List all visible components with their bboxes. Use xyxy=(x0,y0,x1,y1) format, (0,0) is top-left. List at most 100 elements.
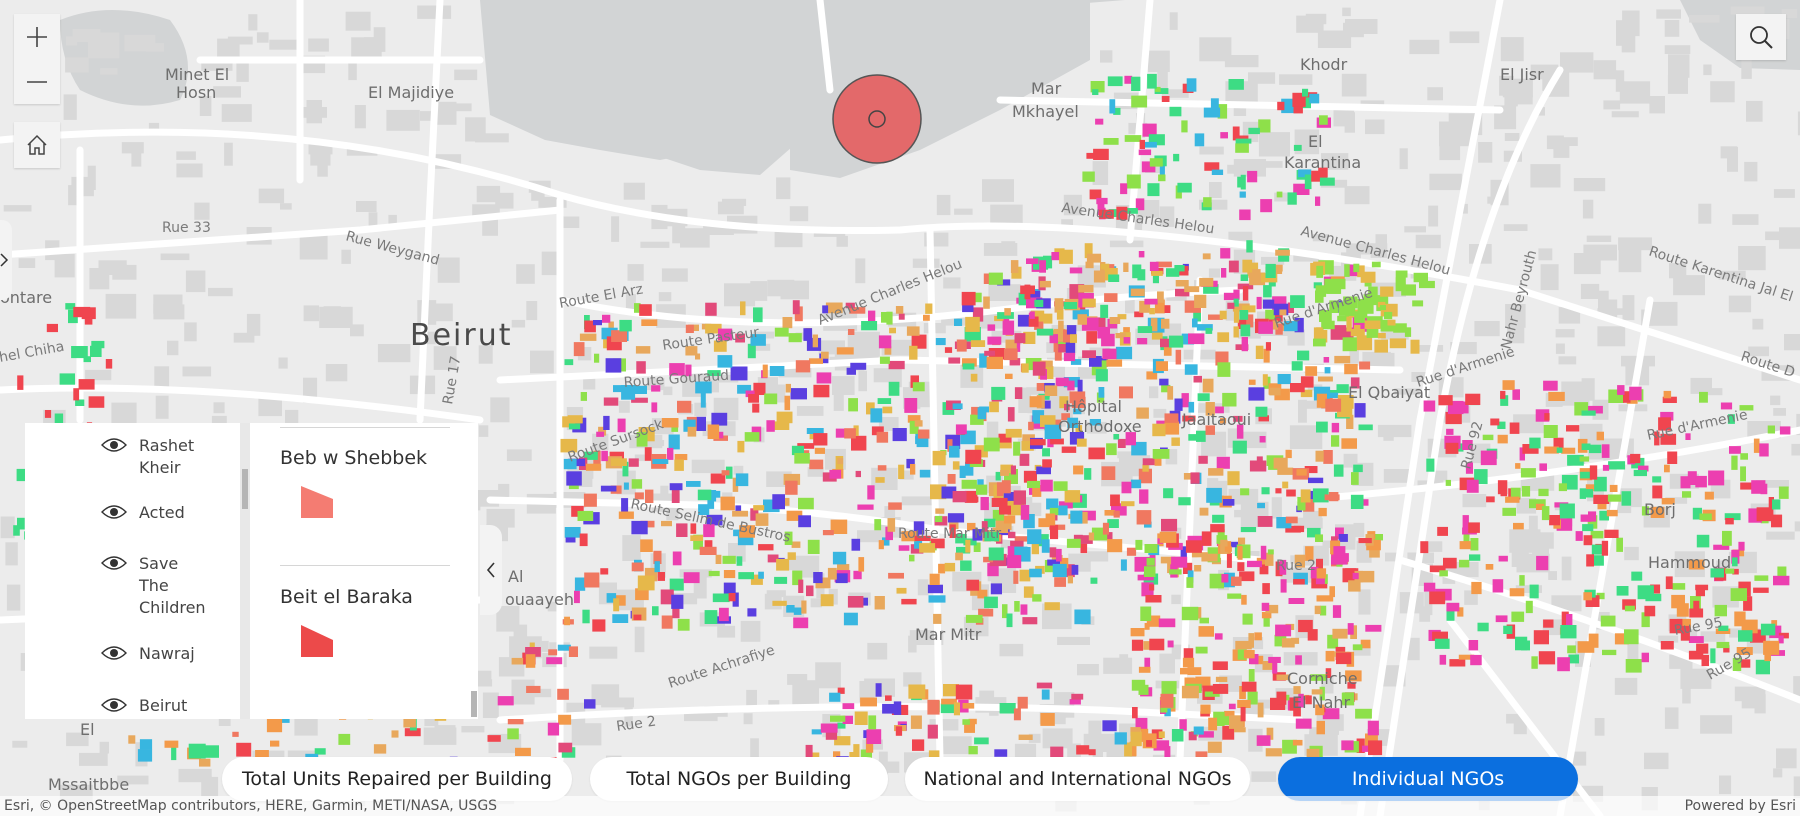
ngo-building[interactable] xyxy=(762,364,768,378)
ngo-building[interactable] xyxy=(584,699,596,709)
ngo-building[interactable] xyxy=(667,447,674,460)
ngo-building[interactable] xyxy=(1175,349,1182,365)
ngo-building[interactable] xyxy=(1365,624,1382,632)
ngo-building[interactable] xyxy=(1102,348,1117,360)
ngo-building[interactable] xyxy=(1316,568,1327,579)
ngo-building[interactable] xyxy=(1359,361,1371,370)
ngo-building[interactable] xyxy=(809,459,824,470)
ngo-building[interactable] xyxy=(1354,403,1366,418)
eye-icon[interactable] xyxy=(101,436,127,454)
ngo-building[interactable] xyxy=(816,372,832,384)
ngo-building[interactable] xyxy=(1588,511,1597,522)
ngo-building[interactable] xyxy=(594,353,600,363)
ngo-building[interactable] xyxy=(1465,393,1481,405)
ngo-building[interactable] xyxy=(1086,253,1102,263)
ngo-building[interactable] xyxy=(1205,328,1213,334)
ngo-building[interactable] xyxy=(105,359,113,369)
ngo-building[interactable] xyxy=(1332,628,1348,639)
layer-item-rashet-kheir[interactable]: Rashet Kheir xyxy=(101,435,219,479)
ngo-building[interactable] xyxy=(1423,400,1436,412)
ngo-building[interactable] xyxy=(782,317,793,329)
ngo-building[interactable] xyxy=(1502,507,1516,516)
ngo-building[interactable] xyxy=(904,398,918,413)
ngo-building[interactable] xyxy=(1652,476,1662,483)
ngo-building[interactable] xyxy=(712,593,730,603)
ngo-building[interactable] xyxy=(1529,437,1541,449)
ngo-building[interactable] xyxy=(1531,656,1538,669)
ngo-building[interactable] xyxy=(959,465,966,478)
ngo-building[interactable] xyxy=(1282,481,1289,489)
ngo-building[interactable] xyxy=(1295,718,1312,729)
ngo-building[interactable] xyxy=(1316,327,1323,333)
ngo-building[interactable] xyxy=(1293,144,1302,151)
ngo-building[interactable] xyxy=(641,319,658,326)
ngo-building[interactable] xyxy=(1210,98,1219,112)
ngo-building[interactable] xyxy=(806,585,814,597)
ngo-building[interactable] xyxy=(674,459,684,471)
ngo-building[interactable] xyxy=(558,714,572,725)
ngo-building[interactable] xyxy=(1308,477,1324,484)
ngo-building[interactable] xyxy=(1161,318,1170,329)
ngo-building[interactable] xyxy=(1043,313,1053,324)
ngo-building[interactable] xyxy=(1186,577,1194,588)
ngo-building[interactable] xyxy=(696,416,706,431)
ngo-building[interactable] xyxy=(1708,470,1725,486)
ngo-building[interactable] xyxy=(1566,517,1573,527)
ngo-building[interactable] xyxy=(1182,657,1195,668)
ngo-building[interactable] xyxy=(1188,333,1205,345)
ngo-building[interactable] xyxy=(1760,623,1776,636)
ngo-building[interactable] xyxy=(794,453,810,464)
ngo-building[interactable] xyxy=(1606,509,1618,517)
ngo-building[interactable] xyxy=(1226,553,1232,568)
tab-total-units-repaired[interactable]: Total Units Repaired per Building xyxy=(222,757,572,801)
ngo-building[interactable] xyxy=(1200,704,1211,714)
ngo-building[interactable] xyxy=(1222,499,1235,506)
ngo-building[interactable] xyxy=(1188,434,1202,441)
ngo-building[interactable] xyxy=(1387,319,1396,326)
ngo-building[interactable] xyxy=(511,657,524,665)
ngo-building[interactable] xyxy=(1142,458,1155,466)
ngo-building[interactable] xyxy=(1237,546,1243,560)
ngo-building[interactable] xyxy=(1026,258,1039,264)
ngo-building[interactable] xyxy=(1212,684,1229,694)
ngo-building[interactable] xyxy=(1519,575,1525,586)
ngo-building[interactable] xyxy=(1395,270,1408,278)
ngo-building[interactable] xyxy=(566,471,582,486)
ngo-building[interactable] xyxy=(602,314,611,323)
ngo-building[interactable] xyxy=(888,360,905,370)
ngo-building[interactable] xyxy=(580,392,587,401)
ngo-building[interactable] xyxy=(1159,531,1177,543)
ngo-building[interactable] xyxy=(1144,298,1158,305)
ngo-building[interactable] xyxy=(1237,699,1251,708)
ngo-building[interactable] xyxy=(1704,491,1714,500)
ngo-building[interactable] xyxy=(1581,410,1596,416)
ngo-building[interactable] xyxy=(1207,741,1222,753)
ngo-building[interactable] xyxy=(879,356,890,364)
ngo-building[interactable] xyxy=(792,300,800,315)
ngo-building[interactable] xyxy=(1740,453,1748,460)
ngo-building[interactable] xyxy=(1073,465,1084,475)
ngo-building[interactable] xyxy=(1420,541,1429,554)
ngo-building[interactable] xyxy=(584,572,600,588)
ngo-building[interactable] xyxy=(1088,532,1095,541)
ngo-building[interactable] xyxy=(1543,425,1558,438)
ngo-building[interactable] xyxy=(44,410,52,418)
ngo-building[interactable] xyxy=(1426,458,1435,472)
ngo-building[interactable] xyxy=(991,497,1008,507)
ngo-building[interactable] xyxy=(1137,269,1146,281)
ngo-building[interactable] xyxy=(1159,378,1169,386)
ngo-building[interactable] xyxy=(1123,337,1131,344)
ngo-building[interactable] xyxy=(704,610,718,624)
ngo-building[interactable] xyxy=(1217,716,1231,725)
ngo-building[interactable] xyxy=(1064,490,1081,503)
ngo-building[interactable] xyxy=(1439,654,1447,665)
layer-item-save-the-children[interactable]: Save The Children xyxy=(101,553,211,619)
ngo-building[interactable] xyxy=(565,537,576,543)
ngo-building[interactable] xyxy=(1010,465,1016,475)
ngo-building[interactable] xyxy=(1389,338,1407,349)
ngo-building[interactable] xyxy=(1273,457,1288,469)
ngo-building[interactable] xyxy=(723,570,736,579)
ngo-building[interactable] xyxy=(1066,325,1077,335)
ngo-building[interactable] xyxy=(1106,359,1123,367)
ngo-building[interactable] xyxy=(1445,442,1459,454)
